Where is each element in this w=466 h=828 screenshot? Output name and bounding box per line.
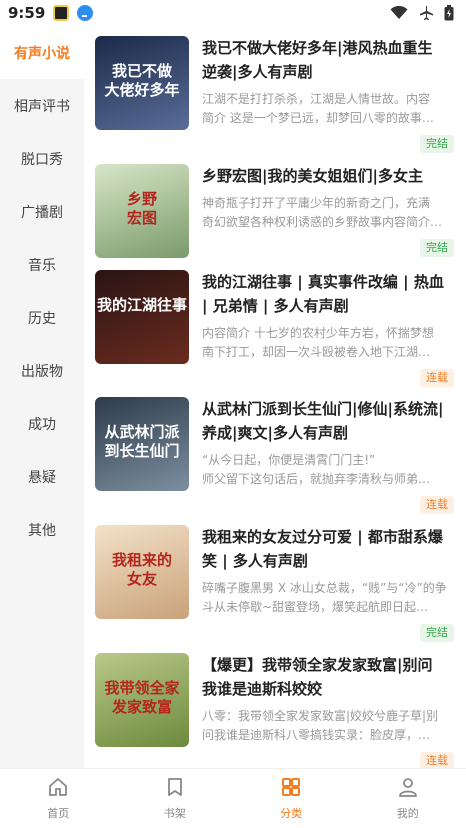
cover-title-art: 从武林门派 到长生仙门 <box>104 423 180 460</box>
sidebar-item[interactable]: 脱口秀 <box>0 132 84 185</box>
book-cover[interactable]: 从武林门派 到长生仙门 <box>95 397 189 491</box>
category-icon <box>280 776 302 805</box>
status-bar: 9:59 <box>0 0 466 26</box>
book-description-line: 内容简介 十七岁的农村少年方岩，怀揣梦想 <box>202 326 434 340</box>
book-title-line: 笑 | 多人有声剧 <box>202 552 308 570</box>
book-description-line: 江湖不是打打杀杀，江湖是人情世故。内容 <box>202 92 431 106</box>
book-title[interactable]: 从武林门派到长生仙门|修仙|系统流| 养成|爽文|多人有声剧 <box>202 397 458 445</box>
book-description-line: 南下打工，却因一次斗殴被卷入地下江湖… <box>202 345 431 359</box>
book-title[interactable]: 我已不做大佬好多年|港风热血重生 逆袭|多人有声剧 <box>202 36 458 84</box>
book-description-line: 碎嘴子腹黑男 X 冰山女总裁，“贱”与“冷”的争 <box>202 581 447 595</box>
book-description-line: 问我谁是迪斯科八零搞钱实录：脸皮厚，… <box>202 728 431 742</box>
profile-icon <box>397 776 419 805</box>
book-title-line: 我谁是迪斯科姣姣 <box>202 680 323 698</box>
book-title[interactable]: 我租来的女友过分可爱 | 都市甜系爆笑 | 多人有声剧 <box>202 525 458 573</box>
nav-tab-label: 我的 <box>396 807 419 820</box>
book-title-line: 【爆更】我带领全家发家致富|别问 <box>202 656 433 674</box>
status-badge: 连载 <box>420 752 454 768</box>
book-title-line: 我已不做大佬好多年|港风热血重生 <box>202 39 433 57</box>
sidebar-item[interactable]: 悬疑 <box>0 450 84 503</box>
book-cover[interactable]: 我带领全家 发家致富 <box>95 653 189 747</box>
cover-title-art: 我已不做 大佬好多年 <box>104 62 180 99</box>
nav-tab-label: 分类 <box>280 807 303 820</box>
book-description: 碎嘴子腹黑男 X 冰山女总裁，“贱”与“冷”的争 斗从未停歇~甜蜜登场，爆笑起航即… <box>202 579 458 617</box>
sidebar-item[interactable]: 相声评书 <box>0 79 84 132</box>
cover-title-art: 我带领全家 发家致富 <box>104 679 180 716</box>
book-cover[interactable]: 我租来的 女友 <box>95 525 189 619</box>
book-description: 江湖不是打打杀杀，江湖是人情世故。内容 简介 这是一个梦已远，却梦回八零的故事… <box>202 90 458 128</box>
book-description: “从今日起，你便是清霄门门主!” 师父留下这句话后，就抛弃李清秋与师弟… <box>202 451 458 489</box>
book-title[interactable]: 乡野宏图|我的美女姐姐们|多女主 <box>202 164 458 188</box>
book-description-line: 简介 这是一个梦已远，却梦回八零的故事… <box>202 111 434 125</box>
book-title-line: 逆袭|多人有声剧 <box>202 63 313 81</box>
bottom-navigation: 首页 书架 分类 我的 <box>0 768 466 828</box>
status-badge: 连载 <box>420 496 454 514</box>
book-description-line: 斗从未停歇~甜蜜登场，爆笑起航即日起… <box>202 600 429 614</box>
status-indicators <box>390 5 454 21</box>
sidebar-item[interactable]: 有声小说 <box>0 26 84 79</box>
bookshelf-icon <box>164 776 186 805</box>
book-description-line: 神奇瓶子打开了平庸少年的新奇之门，充满 <box>202 196 431 210</box>
cover-title-art: 我的江湖往事 <box>96 296 187 314</box>
nav-tab[interactable]: 我的 <box>350 769 466 828</box>
wifi-icon <box>390 6 408 19</box>
airplane-icon <box>420 6 433 20</box>
nav-tab[interactable]: 书架 <box>117 769 234 828</box>
sidebar-item[interactable]: 广播剧 <box>0 185 84 238</box>
sidebar-item[interactable]: 历史 <box>0 291 84 344</box>
battery-icon <box>444 5 454 21</box>
book-title-line: | 兄弟情 | 多人有声剧 <box>202 297 349 315</box>
book-item[interactable]: 我租来的 女友 我租来的女友过分可爱 | 都市甜系爆笑 | 多人有声剧 碎嘴子腹黑男… <box>84 525 466 643</box>
book-description-line: 师父留下这句话后，就抛弃李清秋与师弟… <box>202 472 431 486</box>
category-sidebar: 有声小说 相声评书 脱口秀 广播剧 音乐 历史 出版物 成功 悬疑 其他 <box>0 26 84 768</box>
cover-title-art: 我租来的 女友 <box>111 551 172 588</box>
status-badge: 完结 <box>420 239 454 257</box>
book-description-line: 八零：我带领全家发家致富|姣姣兮鹿子草|别 <box>202 709 439 723</box>
book-item[interactable]: 乡野 宏图 乡野宏图|我的美女姐姐们|多女主神奇瓶子打开了平庸少年的新奇之门，充满… <box>84 164 466 282</box>
status-time: 9:59 <box>8 4 46 22</box>
book-list: 我已不做 大佬好多年 我已不做大佬好多年|港风热血重生 逆袭|多人有声剧 江湖不是打打… <box>84 26 466 768</box>
cover-title-art: 乡野 宏图 <box>126 190 157 227</box>
book-cover[interactable]: 我的江湖往事 <box>95 270 189 364</box>
home-icon <box>47 776 69 805</box>
book-title[interactable]: 【爆更】我带领全家发家致富|别问 我谁是迪斯科姣姣 <box>202 653 458 701</box>
book-description: 神奇瓶子打开了平庸少年的新奇之门，充满 奇幻欲望各种权利诱惑的乡野故事内容简介… <box>202 194 458 232</box>
book-description-line: 奇幻欲望各种权利诱惑的乡野故事内容简介… <box>202 215 443 229</box>
sidebar-item[interactable]: 成功 <box>0 397 84 450</box>
book-title-line: 乡野宏图|我的美女姐姐们|多女主 <box>202 167 423 185</box>
nav-tab-label: 首页 <box>47 807 70 820</box>
nav-tab[interactable]: 首页 <box>0 769 117 828</box>
status-badge: 完结 <box>420 624 454 642</box>
status-badge: 完结 <box>420 135 454 153</box>
book-title[interactable]: 我的江湖往事 | 真实事件改编 | 热血 | 兄弟情 | 多人有声剧 <box>202 270 458 318</box>
book-title-line: 养成|爽文|多人有声剧 <box>202 424 348 442</box>
book-description: 八零：我带领全家发家致富|姣姣兮鹿子草|别 问我谁是迪斯科八零搞钱实录：脸皮厚，… <box>202 707 458 745</box>
sidebar-item[interactable]: 其他 <box>0 503 84 556</box>
book-item[interactable]: 我带领全家 发家致富 【爆更】我带领全家发家致富|别问 我谁是迪斯科姣姣 八零：我带领… <box>84 653 466 768</box>
download-notification-icon <box>77 5 94 21</box>
book-title-line: 从武林门派到长生仙门|修仙|系统流| <box>202 400 444 418</box>
sidebar-item[interactable]: 音乐 <box>0 238 84 291</box>
nav-tab-label: 书架 <box>163 807 186 820</box>
book-item[interactable]: 我已不做 大佬好多年 我已不做大佬好多年|港风热血重生 逆袭|多人有声剧 江湖不是打打… <box>84 36 466 154</box>
app-notification-icon <box>53 5 70 21</box>
status-badge: 连载 <box>420 369 454 387</box>
sidebar-item[interactable]: 出版物 <box>0 344 84 397</box>
book-title-line: 我的江湖往事 | 真实事件改编 | 热血 <box>202 273 444 291</box>
book-cover[interactable]: 我已不做 大佬好多年 <box>95 36 189 130</box>
book-description: 内容简介 十七岁的农村少年方岩，怀揣梦想 南下打工，却因一次斗殴被卷入地下江湖… <box>202 324 458 362</box>
book-item[interactable]: 从武林门派 到长生仙门 从武林门派到长生仙门|修仙|系统流| 养成|爽文|多人有声剧… <box>84 397 466 515</box>
book-item[interactable]: 我的江湖往事 我的江湖往事 | 真实事件改编 | 热血 | 兄弟情 | 多人有声剧内… <box>84 270 466 388</box>
book-title-line: 我租来的女友过分可爱 | 都市甜系爆 <box>202 528 443 546</box>
book-cover[interactable]: 乡野 宏图 <box>95 164 189 258</box>
book-description-line: “从今日起，你便是清霄门门主!” <box>202 453 376 467</box>
nav-tab[interactable]: 分类 <box>233 769 350 828</box>
